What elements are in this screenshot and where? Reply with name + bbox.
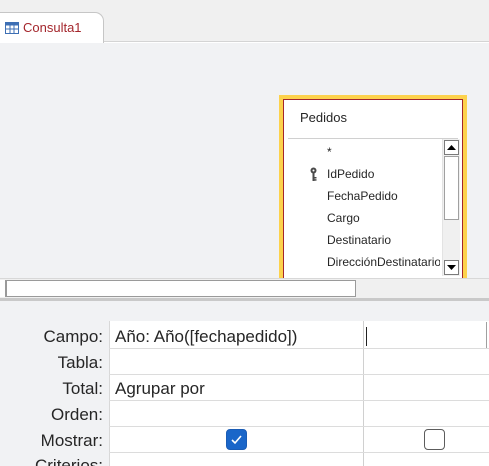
scroll-up-button[interactable] [444,140,459,155]
cell-total-col1[interactable]: Agrupar por [115,379,205,399]
row-label-criterios: Criterios: [34,456,103,466]
scroll-down-button[interactable] [444,260,459,275]
grid-row-divider [109,452,489,453]
tab-consulta1[interactable]: Consulta1 [0,12,104,43]
field-item-cargo[interactable]: Cargo [288,207,440,229]
query-icon [5,22,19,34]
field-name: DirecciónDestinatario [327,255,440,269]
grid-row-divider [109,400,489,401]
checkmark-icon [231,435,242,445]
field-name: Cargo [327,211,360,225]
row-label-mostrar: Mostrar: [40,431,103,450]
tab-label: Consulta1 [23,20,82,35]
row-label-campo: Campo: [43,327,103,346]
grid-row-divider [109,348,489,349]
row-label-total: Total: [62,379,103,398]
field-item-idpedido[interactable]: IdPedido [288,163,440,185]
field-name: * [327,145,332,159]
primary-key-icon [310,167,317,181]
field-name: IdPedido [327,167,375,181]
field-item-destinatario[interactable]: Destinatario [288,229,440,251]
field-name: Destinatario [327,233,392,247]
horizontal-scroll-thumb[interactable] [6,280,356,297]
field-list: * IdPedido FechaPedido Cargo Destinatari… [288,139,440,276]
row-label-tabla: Tabla: [57,353,103,372]
row-label-orden: Orden: [51,405,103,424]
field-item-direcciondestinatario[interactable]: DirecciónDestinatario [288,251,440,273]
field-list-scrollbar[interactable] [442,139,460,276]
grid-row-divider [109,426,489,427]
query-design-pane[interactable]: Pedidos * IdPedido FechaPedido Cargo Des… [0,43,489,284]
table-field-list-inner: Pedidos * IdPedido FechaPedido Cargo Des… [283,99,463,280]
table-field-list-pedidos[interactable]: Pedidos * IdPedido FechaPedido Cargo Des… [279,95,467,284]
field-name: FechaPedido [327,189,398,203]
triangle-down-icon [447,265,456,270]
field-item-all[interactable]: * [288,141,440,163]
scroll-thumb[interactable] [444,156,459,220]
table-title[interactable]: Pedidos [300,110,347,125]
design-pane-horizontal-scrollbar[interactable] [0,278,489,298]
mostrar-checkbox-col2[interactable] [424,429,445,450]
grid-row-divider [109,374,489,375]
triangle-up-icon [447,145,456,150]
mostrar-checkbox-col1[interactable] [226,429,247,450]
cell-campo-col1[interactable]: Año: Año([fechapedido]) [115,327,297,347]
field-item-fechapedido[interactable]: FechaPedido [288,185,440,207]
text-cursor [366,327,367,346]
document-tab-strip: Consulta1 [0,0,489,43]
